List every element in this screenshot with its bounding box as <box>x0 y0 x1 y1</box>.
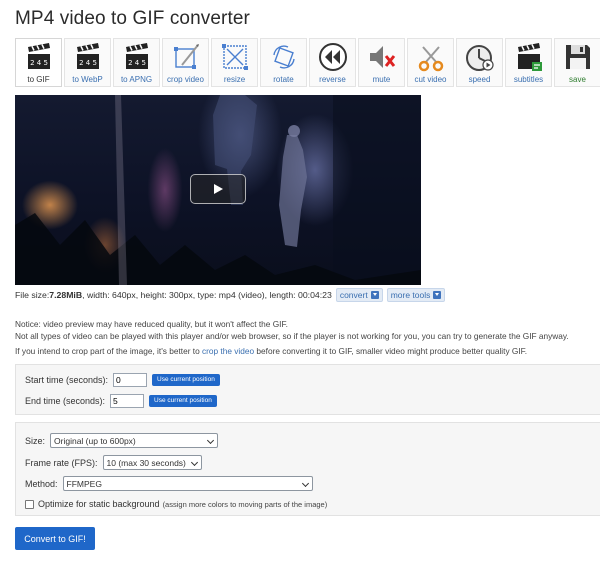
clapperboard-icon: 2 4 5 <box>76 43 99 69</box>
play-button[interactable] <box>190 174 246 204</box>
tool-toolbar: 2 4 5 to GIF 2 4 5 to WebP 2 4 5 to APNG… <box>15 38 600 87</box>
optimize-label[interactable]: Optimize for static background <box>38 499 160 509</box>
options-panel: Size: Original (up to 600px) Frame rate … <box>15 422 600 516</box>
tool-label: save <box>569 75 586 84</box>
method-label: Method: <box>25 478 58 489</box>
fps-row: Frame rate (FPS): 10 (max 30 seconds) <box>25 455 202 470</box>
crop-icon <box>173 44 199 69</box>
chevron-down-icon <box>301 479 309 488</box>
svg-text:2 4 5: 2 4 5 <box>79 59 97 67</box>
time-panel: Start time (seconds): Use current positi… <box>15 364 600 415</box>
convert-dropdown[interactable]: convert <box>335 288 383 302</box>
crop-video-link[interactable]: crop the video <box>202 346 254 356</box>
scissors-icon <box>418 46 443 72</box>
page-title: MP4 video to GIF converter <box>15 8 250 29</box>
notice-crop: If you intend to crop part of the image,… <box>15 346 527 356</box>
tool-label: to WebP <box>72 75 103 84</box>
fps-select-value: 10 (max 30 seconds) <box>106 457 186 468</box>
size-row: Size: Original (up to 600px) <box>25 433 219 448</box>
svg-text:2 4 5: 2 4 5 <box>128 59 146 67</box>
method-row: Method: FFMPEG <box>25 476 313 491</box>
play-icon <box>214 184 223 194</box>
tool-to-webp[interactable]: 2 4 5 to WebP <box>64 38 111 87</box>
tool-to-gif[interactable]: 2 4 5 to GIF <box>15 38 62 87</box>
svg-text:2 4 5: 2 4 5 <box>30 59 48 67</box>
end-use-position-button[interactable]: Use current position <box>149 395 217 407</box>
convert-to-gif-button[interactable]: Convert to GIF! <box>15 527 95 550</box>
dropdown-arrow-icon <box>370 291 379 299</box>
size-select[interactable]: Original (up to 600px) <box>50 433 219 448</box>
notice-crop-text: If you intend to crop part of the image,… <box>15 346 202 356</box>
notice-player: Not all types of video can be played wit… <box>15 331 569 341</box>
tool-label: subtitles <box>513 75 544 84</box>
tool-label: cut video <box>414 75 447 84</box>
tool-label: reverse <box>319 75 346 84</box>
tool-rotate[interactable]: rotate <box>260 38 307 87</box>
file-size-label: File size: <box>15 290 50 300</box>
more-tools-dropdown[interactable]: more tools <box>386 288 446 302</box>
optimize-checkbox[interactable] <box>25 499 34 509</box>
optimize-hint: (assign more colors to moving parts of t… <box>162 499 328 509</box>
end-time-label: End time (seconds): <box>25 396 106 406</box>
rotate-icon <box>272 45 295 69</box>
tool-label: speed <box>468 75 491 84</box>
method-select[interactable]: FFMPEG <box>62 476 313 491</box>
notice-crop-text-end: before converting it to GIF, smaller vid… <box>254 346 528 356</box>
chevron-down-icon <box>206 436 215 445</box>
tool-label: rotate <box>273 75 294 84</box>
tool-subtitles[interactable]: subtitles <box>505 38 552 87</box>
tool-label: resize <box>223 75 246 84</box>
optimize-row: Optimize for static background (assign m… <box>25 499 327 509</box>
fps-label: Frame rate (FPS): <box>25 457 98 468</box>
tool-label: mute <box>372 75 391 84</box>
file-details: , width: 640px, height: 300px, type: mp4… <box>82 290 332 300</box>
more-tools-label: more tools <box>390 290 431 300</box>
start-time-row: Start time (seconds): Use current positi… <box>25 373 220 387</box>
clapperboard-icon: 2 4 5 <box>27 43 50 69</box>
reverse-icon <box>318 43 347 71</box>
tool-label: to GIF <box>27 75 50 84</box>
subtitles-icon <box>517 43 542 71</box>
chevron-down-icon <box>190 458 198 467</box>
end-time-input[interactable] <box>110 394 145 408</box>
video-preview[interactable] <box>15 95 421 285</box>
start-time-label: Start time (seconds): <box>25 375 109 385</box>
end-time-row: End time (seconds): Use current position <box>25 394 217 408</box>
dropdown-arrow-icon <box>433 291 442 299</box>
file-size-value: 7.28MiB <box>49 290 83 300</box>
tool-to-apng[interactable]: 2 4 5 to APNG <box>113 38 160 87</box>
file-info: File size: 7.28MiB, width: 640px, height… <box>15 288 446 302</box>
tool-save[interactable]: save <box>554 38 600 87</box>
notice-quality: Notice: video preview may have reduced q… <box>15 319 288 329</box>
tool-crop-video[interactable]: crop video <box>162 38 209 87</box>
fps-select[interactable]: 10 (max 30 seconds) <box>102 455 202 470</box>
tool-mute[interactable]: mute <box>358 38 405 87</box>
tool-reverse[interactable]: reverse <box>309 38 356 87</box>
tool-resize[interactable]: resize <box>211 38 258 87</box>
save-icon <box>565 45 590 69</box>
tool-label: to APNG <box>120 75 153 84</box>
mute-icon <box>369 46 395 68</box>
tool-label: crop video <box>167 75 204 84</box>
clapperboard-icon: 2 4 5 <box>125 43 148 69</box>
start-use-position-button[interactable]: Use current position <box>152 374 220 386</box>
resize-icon <box>221 44 248 70</box>
size-select-value: Original (up to 600px) <box>54 435 136 446</box>
speed-icon <box>465 45 494 71</box>
size-label: Size: <box>25 435 46 446</box>
tool-cut-video[interactable]: cut video <box>407 38 454 87</box>
tool-speed[interactable]: speed <box>456 38 503 87</box>
start-time-input[interactable] <box>113 373 148 387</box>
method-select-value: FFMPEG <box>66 478 102 489</box>
convert-dropdown-label: convert <box>339 290 368 300</box>
